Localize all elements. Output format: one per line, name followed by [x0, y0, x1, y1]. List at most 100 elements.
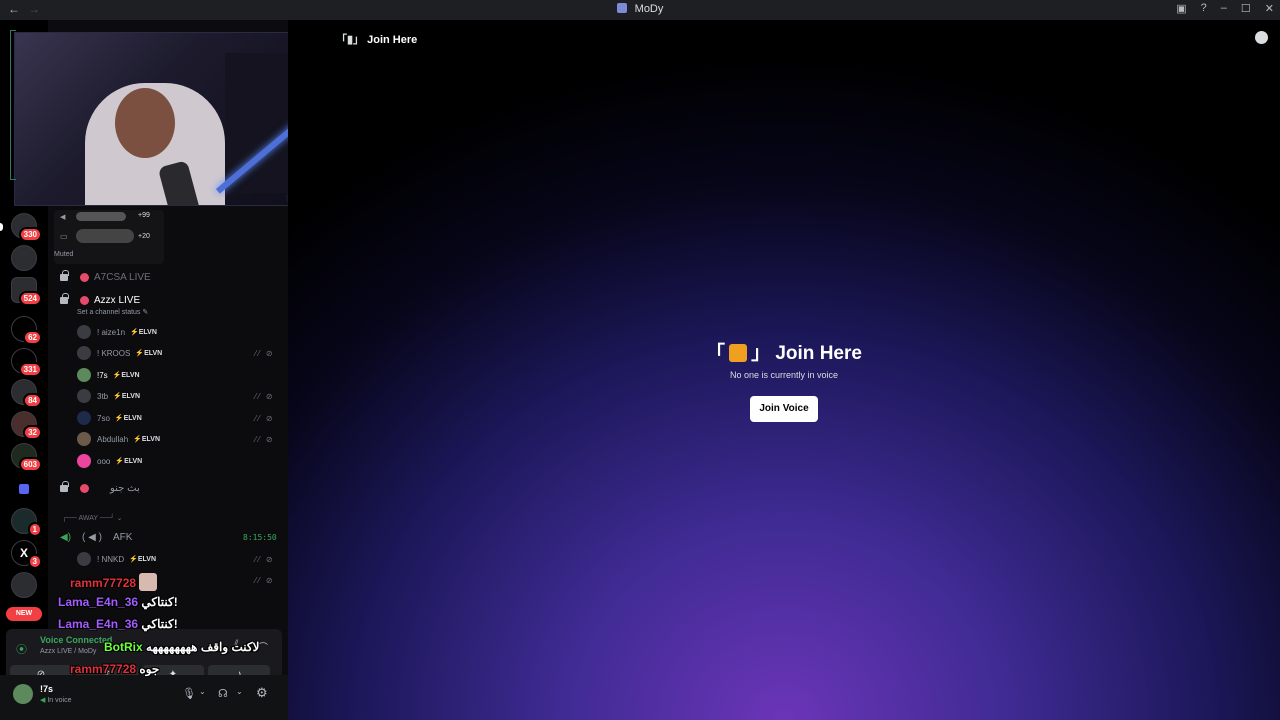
- user-status: ◀ In voice: [40, 697, 72, 704]
- voice-channel-subtitle: No one is currently in voice: [729, 370, 839, 380]
- voice-icon: ◀: [40, 697, 46, 704]
- voice-member[interactable]: 7so ⚡ELVN: [77, 409, 142, 427]
- title-bar: ← → MoDy ▣ ? – ☐ ✕: [0, 0, 1280, 20]
- avatar: [77, 368, 91, 382]
- viewer-count: +99: [138, 212, 150, 219]
- join-voice-button[interactable]: Join Voice: [750, 396, 818, 422]
- voice-member[interactable]: ! aize1n ⚡ELVN: [77, 323, 157, 341]
- lock-icon: [60, 269, 69, 281]
- voice-member[interactable]: !7s ⚡ELVN: [77, 366, 140, 384]
- app-logo-icon: [616, 3, 627, 13]
- unread-badge: 84: [23, 393, 42, 408]
- muted-deafened-icons: ⁄⁄ ⊘: [255, 555, 275, 564]
- viewer-avatars: [76, 212, 126, 221]
- emote-icon: [139, 573, 158, 591]
- server-icon[interactable]: 330: [11, 213, 42, 242]
- voice-channel-view: 「▮」 Join Here 「」 Join Here No one is cur…: [288, 20, 1280, 720]
- close-icon[interactable]: ✕: [1265, 2, 1274, 15]
- server-icon[interactable]: 32: [11, 411, 42, 440]
- server-icon[interactable]: 524: [11, 277, 42, 306]
- channel-azzx-live[interactable]: Azzx LIVE: [48, 290, 288, 310]
- pencil-icon: ✎: [142, 309, 149, 316]
- chat-bubble-icon[interactable]: [1255, 31, 1268, 44]
- channel-status-input[interactable]: Set a channel status ✎: [77, 308, 148, 316]
- chevron-down-icon[interactable]: ⌄: [236, 687, 243, 696]
- lock-emoji-icon: 「」: [706, 343, 771, 364]
- muted-deafened-icons: ⁄⁄ ⊘: [255, 435, 275, 444]
- overlay-chat-line: Lama_E4n_36 كنتاكي!: [58, 617, 178, 631]
- unread-badge: 331: [18, 362, 42, 377]
- live-dot-icon: [80, 295, 89, 305]
- avatar: [77, 346, 91, 360]
- screen-share-icon: ▭: [60, 232, 68, 241]
- viewer-avatars: [76, 229, 134, 243]
- username: !7s: [40, 684, 54, 694]
- overlay-chat-line: BotRix لاكنت واقف ههههههههه: [104, 640, 260, 654]
- overlay-chat-line: Lama_E4n_36 كنتاكي!: [58, 595, 178, 609]
- help-icon[interactable]: ?: [1201, 2, 1207, 15]
- server-pill: [0, 223, 3, 231]
- new-badge[interactable]: NEW: [6, 607, 42, 621]
- channel-icon: 「▮」: [336, 34, 365, 46]
- unread-badge: 62: [23, 330, 42, 345]
- channel-a7csa-live[interactable]: A7CSA LIVE: [48, 267, 288, 287]
- overlay-chat-line: ramm77728 جوه: [70, 662, 160, 676]
- stream-status: Muted: [54, 251, 74, 258]
- voice-member[interactable]: ! KROOS ⚡ELVN: [77, 344, 162, 362]
- headphones-icon[interactable]: ☊: [218, 687, 228, 700]
- avatar: [77, 411, 91, 425]
- voice-member[interactable]: ! NNKD ⚡ELVN: [77, 550, 156, 568]
- server-icon[interactable]: 84: [11, 379, 42, 408]
- gear-icon[interactable]: ⚙: [256, 685, 268, 701]
- folder-shape: [19, 484, 29, 494]
- avatar: [77, 552, 91, 566]
- channel-afk[interactable]: ◀) ( ◀ ) AFK 8:15:50: [48, 527, 288, 547]
- muted-deafened-icons: ⁄⁄ ⊘: [255, 576, 275, 585]
- server-icon[interactable]: [11, 572, 37, 598]
- stream-preview-card[interactable]: ◀ +99 ▭ +20 Muted: [54, 210, 164, 264]
- voice-member[interactable]: 3tb ⚡ELVN: [77, 387, 140, 405]
- unread-badge: 330: [18, 227, 42, 242]
- disconnect-icon[interactable]: ⌒: [258, 639, 268, 654]
- muted-deafened-icons: ⁄⁄ ⊘: [255, 414, 275, 423]
- window-title: MoDy: [0, 3, 1280, 15]
- server-icon[interactable]: 62: [11, 316, 42, 345]
- server-icon[interactable]: 331: [11, 348, 42, 377]
- folder-icon[interactable]: [11, 476, 37, 502]
- window-controls: ▣ ? – ☐ ✕: [1176, 2, 1274, 15]
- chevron-down-icon[interactable]: ⌄: [199, 687, 206, 696]
- server-icon[interactable]: 1: [11, 508, 42, 537]
- overlay-chat-line: ramm77728: [58, 573, 158, 591]
- lock-icon: [60, 292, 69, 304]
- microphone-icon[interactable]: 🎙: [182, 687, 196, 700]
- voice-member[interactable]: ooo ⚡ELVN: [77, 452, 142, 470]
- avatar: [77, 325, 91, 339]
- voice-member[interactable]: Abdullah ⚡ELVN: [77, 430, 160, 448]
- webcam-frame-decoration: [10, 30, 16, 180]
- voice-channel-title: 「」 Join Here: [706, 343, 862, 364]
- unread-badge: 3: [27, 554, 42, 569]
- unread-badge: 524: [18, 291, 42, 306]
- avatar: [77, 454, 91, 468]
- channel-arabic[interactable]: بث جنو: [48, 478, 288, 498]
- maximize-icon[interactable]: ☐: [1241, 2, 1251, 15]
- lock-icon: [60, 480, 69, 492]
- webcam-overlay: [14, 32, 326, 206]
- unread-badge: 603: [18, 457, 42, 472]
- server-icon[interactable]: [11, 245, 37, 271]
- signal-icon: ⦿: [16, 644, 27, 656]
- minimize-icon[interactable]: –: [1221, 2, 1227, 15]
- live-dot-icon: [80, 272, 89, 282]
- category-away[interactable]: ┌── AWAY ──┘ ⌄: [62, 514, 123, 522]
- channel-header: 「▮」 Join Here: [336, 34, 418, 46]
- afk-timer: 8:15:50: [243, 532, 277, 542]
- server-icon[interactable]: 603: [11, 443, 42, 472]
- avatar: [77, 389, 91, 403]
- avatar[interactable]: [13, 684, 33, 704]
- live-dot-icon: [80, 483, 89, 493]
- user-panel: !7s ◀ In voice 🎙 ⌄ ☊ ⌄ ⚙: [0, 675, 288, 720]
- inbox-icon[interactable]: ▣: [1176, 2, 1186, 15]
- server-icon[interactable]: X 3: [11, 540, 42, 569]
- speaker-icon: ◀): [60, 531, 72, 543]
- speaker-icon: ◀: [60, 214, 66, 221]
